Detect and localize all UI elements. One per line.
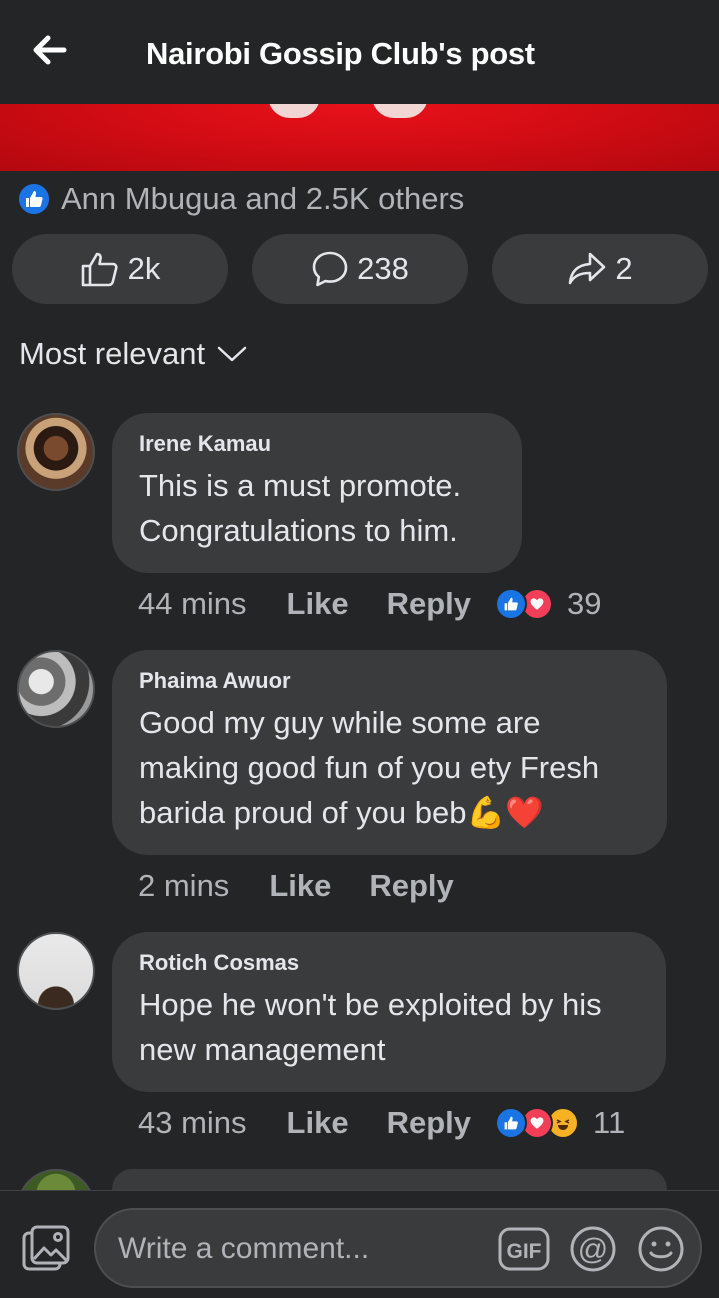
comment-like-button[interactable]: Like	[287, 586, 349, 622]
comment-button[interactable]: 238	[252, 234, 468, 304]
comment-text: Hope he won't be exploited by his new ma…	[139, 987, 602, 1067]
comment-bubble: Rotich Cosmas Hope he won't be exploited…	[112, 932, 666, 1092]
reaction-summary[interactable]: Ann Mbugua and 2.5K others	[17, 180, 464, 218]
comment-like-button[interactable]: Like	[269, 868, 331, 904]
gif-icon[interactable]: GIF	[498, 1226, 550, 1272]
like-reaction-icon	[495, 1107, 527, 1139]
comment-reply-button[interactable]: Reply	[369, 868, 453, 904]
sort-label: Most relevant	[19, 336, 206, 371]
comment-time: 44 mins	[138, 586, 247, 621]
comment-text: This is a must promote. Congratulations …	[139, 468, 462, 548]
comment-meta: 44 mins Like Reply 39	[138, 586, 601, 622]
comment-time: 2 mins	[138, 868, 230, 903]
like-count: 2k	[127, 251, 161, 286]
comment-composer-bar: Write a comment... GIF @	[0, 1190, 719, 1298]
comment-input-placeholder: Write a comment...	[118, 1232, 370, 1265]
like-reaction-icon	[17, 182, 51, 216]
post-image[interactable]	[0, 104, 719, 171]
comment-icon	[312, 251, 348, 287]
back-arrow-icon[interactable]	[28, 30, 68, 70]
like-icon	[81, 252, 118, 287]
emoji-icon[interactable]	[636, 1226, 686, 1272]
comment-like-button[interactable]: Like	[287, 1105, 349, 1141]
like-button[interactable]: 2k	[12, 234, 228, 304]
comment-meta: 43 mins Like Reply 11	[138, 1105, 625, 1141]
share-icon	[569, 252, 606, 285]
page-title: Nairobi Gossip Club's post	[146, 36, 535, 71]
share-button[interactable]: 2	[492, 234, 708, 304]
like-reaction-icon	[495, 588, 527, 620]
svg-text:GIF: GIF	[507, 1240, 542, 1263]
reaction-summary-text: Ann Mbugua and 2.5K others	[61, 181, 465, 216]
share-count: 2	[615, 251, 633, 286]
comment-count: 238	[357, 251, 409, 286]
comment-time: 43 mins	[138, 1105, 247, 1140]
comment-author[interactable]: Irene Kamau	[139, 431, 495, 457]
comment-reply-button[interactable]: Reply	[387, 1105, 471, 1141]
svg-text:@: @	[578, 1233, 608, 1266]
comment-reactions[interactable]: 39	[495, 586, 601, 622]
reaction-count: 39	[567, 586, 602, 621]
gallery-icon[interactable]	[20, 1223, 72, 1275]
comment-bubble: Phaima Awuor Good my guy while some are …	[112, 650, 667, 855]
comment-reply-button[interactable]: Reply	[387, 586, 471, 622]
reaction-count: 11	[593, 1105, 626, 1140]
comment-text: Good my guy while some are making good f…	[139, 705, 600, 830]
comment-author[interactable]: Rotich Cosmas	[139, 950, 639, 976]
comment-sort-dropdown[interactable]: Most relevant	[19, 336, 247, 372]
comment-input[interactable]: Write a comment... GIF @	[94, 1208, 702, 1288]
comment-author[interactable]: Phaima Awuor	[139, 668, 640, 694]
avatar-phaima-awuor[interactable]	[17, 650, 95, 728]
comment-reactions[interactable]: 11	[495, 1105, 625, 1141]
comment-meta: 2 mins Like Reply	[138, 868, 492, 904]
chevron-down-icon	[217, 346, 247, 362]
avatar-rotich-cosmas[interactable]	[17, 932, 95, 1010]
mention-icon[interactable]: @	[568, 1226, 618, 1272]
comment-bubble: Irene Kamau This is a must promote. Cong…	[112, 413, 522, 573]
top-app-bar: Nairobi Gossip Club's post	[0, 0, 719, 104]
avatar-irene-kamau[interactable]	[17, 413, 95, 491]
